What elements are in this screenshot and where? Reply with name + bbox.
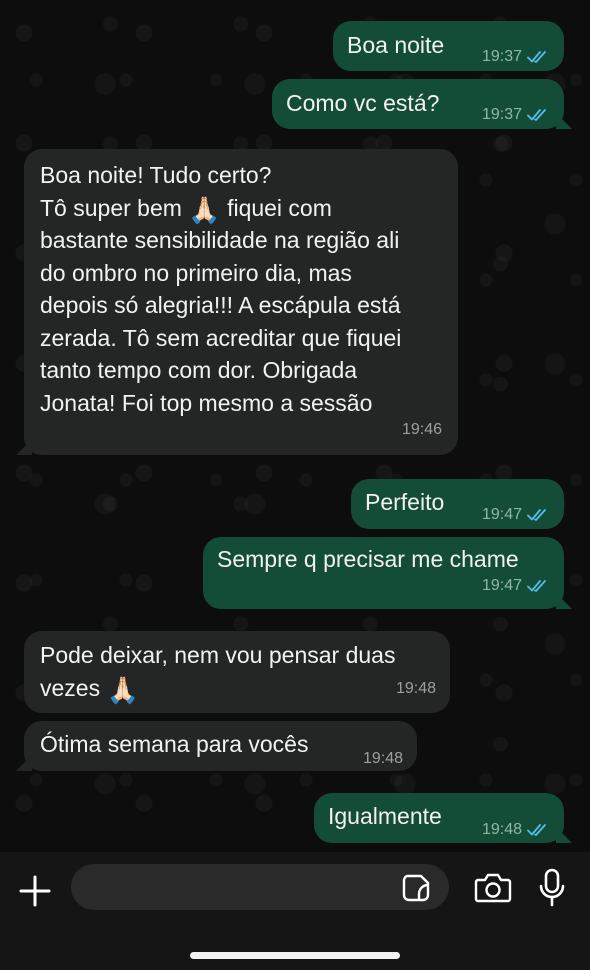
message-outgoing[interactable]: Como vc está? 19:37 <box>272 79 572 132</box>
message-incoming[interactable]: Boa noite! Tudo certo? Tô super bem 🙏🏻 f… <box>16 149 458 455</box>
message-line: zerada. Tô sem acreditar que fiquei <box>40 324 402 351</box>
message-meta: 19:46 <box>402 414 442 447</box>
message-time: 19:48 <box>395 679 436 697</box>
composer-bar <box>0 852 590 970</box>
message-text: Ótima semana para vocês <box>40 731 309 757</box>
message-outgoing[interactable]: Igualmente 19:48 <box>314 793 572 843</box>
message-text: Igualmente <box>328 803 442 829</box>
message-time: 19:37 <box>481 106 522 123</box>
plus-icon[interactable] <box>18 874 52 908</box>
message-text: Perfeito <box>365 489 445 515</box>
line-fragment: vezes <box>40 674 101 701</box>
message-incoming[interactable]: Ótima semana para vocês 19:48 <box>16 721 417 771</box>
folded-hands-emoji: 🙏🏻 <box>106 674 139 705</box>
message-outgoing[interactable]: Perfeito 19:47 <box>351 479 564 529</box>
message-meta: 19:48 <box>363 743 403 776</box>
read-ticks-icon <box>527 824 546 837</box>
line-fragment: Tô super bem <box>40 194 182 221</box>
message-incoming[interactable]: Pode deixar, nem vou pensar duas vezes 🙏… <box>24 631 450 713</box>
message-body: Boa noite! Tudo certo? Tô super bem 🙏🏻 f… <box>40 159 401 419</box>
sticker-icon[interactable] <box>401 873 431 903</box>
bubble-tail <box>556 827 572 843</box>
message-time: 19:48 <box>481 821 522 838</box>
read-ticks-icon <box>527 109 546 122</box>
message-line: Boa noite! Tudo certo? <box>40 162 272 188</box>
bubble-tail <box>556 113 572 129</box>
bubble-tail <box>556 593 572 609</box>
message-line: Pode deixar, nem vou pensar duas <box>40 642 396 668</box>
bubble-tail <box>16 439 32 455</box>
message-text: Boa noite <box>347 32 445 58</box>
message-time: 19:47 <box>481 506 522 523</box>
message-text: Sempre q precisar me chame <box>217 546 519 572</box>
folded-hands-emoji: 🙏🏻 <box>188 194 221 225</box>
camera-icon[interactable] <box>474 872 512 904</box>
message-outgoing[interactable]: Sempre q precisar me chame 19:47 <box>203 537 572 609</box>
home-indicator[interactable] <box>190 952 400 959</box>
message-time: 19:46 <box>401 420 442 438</box>
message-line: vezes 🙏🏻 <box>40 672 395 705</box>
message-text: Como vc está? <box>286 90 440 116</box>
message-line: Tô super bem 🙏🏻 fiquei com <box>40 192 401 225</box>
chat-area[interactable]: Boa noite 19:37 Como vc está? 19:37 Boa … <box>0 0 590 852</box>
message-meta: 19:37 <box>482 99 550 132</box>
message-line: tanto tempo com dor. Obrigada <box>40 357 358 383</box>
message-meta: 19:47 <box>482 499 550 532</box>
message-time: 19:47 <box>481 576 522 594</box>
line-fragment: fiquei com <box>227 194 332 221</box>
message-meta: 19:37 <box>482 41 550 74</box>
read-ticks-icon <box>527 579 546 592</box>
microphone-icon[interactable] <box>538 868 566 908</box>
message-outgoing[interactable]: Boa noite 19:37 <box>333 21 564 71</box>
message-meta: 19:48 <box>482 814 550 847</box>
message-line: bastante sensibilidade na região ali <box>40 227 400 253</box>
message-line: Jonata! Foi top mesmo a sessão <box>40 389 373 416</box>
read-ticks-icon <box>527 51 546 64</box>
message-time: 19:48 <box>362 750 403 767</box>
message-input[interactable] <box>71 864 449 910</box>
message-line: depois só alegria!!! A escápula está <box>40 292 401 318</box>
message-time: 19:37 <box>481 48 522 65</box>
message-meta: 19:47 <box>482 570 550 603</box>
message-line: do ombro no primeiro dia, mas <box>40 259 352 286</box>
bubble-tail <box>16 755 32 771</box>
read-ticks-icon <box>527 509 546 522</box>
message-meta: 19:48 <box>396 673 436 706</box>
message-body: Pode deixar, nem vou pensar duas vezes 🙏… <box>40 639 395 704</box>
